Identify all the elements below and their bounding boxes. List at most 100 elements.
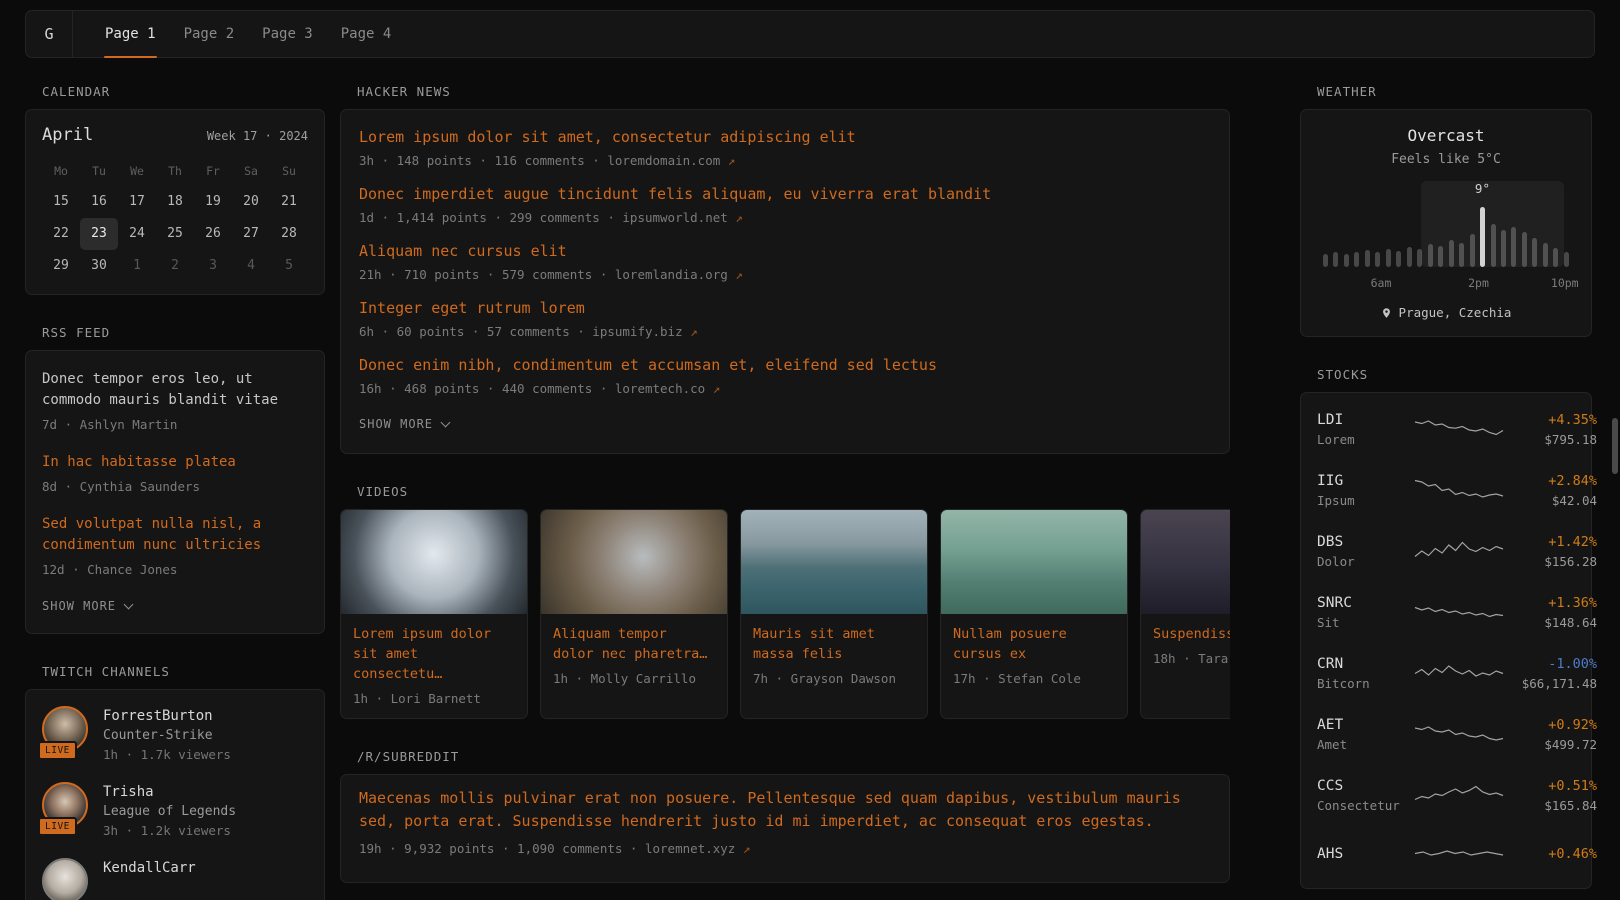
hn-story-meta-domain[interactable]: loremtech.co: [615, 381, 705, 396]
video-card[interactable]: Aliquam tempor dolor nec pharetra… 1h · M…: [540, 509, 728, 719]
video-title[interactable]: Mauris sit amet massa felis: [753, 624, 915, 664]
external-link-icon: ↗: [735, 210, 743, 225]
subreddit-post-title[interactable]: Maecenas mollis pulvinar erat non posuer…: [359, 787, 1211, 833]
stock-id: LDILorem: [1317, 412, 1413, 447]
calendar-day[interactable]: 24: [118, 218, 156, 250]
calendar-day[interactable]: 1: [118, 250, 156, 282]
video-meta: 18h · Tara: [1153, 651, 1230, 666]
hn-show-more-button[interactable]: SHOW MORE: [359, 405, 449, 443]
stock-id: CCSConsectetur: [1317, 778, 1413, 813]
tab-page-4[interactable]: Page 4: [327, 11, 406, 57]
calendar-day[interactable]: 4: [232, 250, 270, 282]
hn-story-meta: 16h · 468 points · 440 comments · loremt…: [359, 381, 1211, 396]
stock-symbol: AET: [1317, 717, 1413, 733]
stock-id: AHS: [1317, 846, 1413, 862]
tab-page-3[interactable]: Page 3: [248, 11, 327, 57]
external-link-icon: ↗: [713, 381, 721, 396]
video-card[interactable]: Mauris sit amet massa felis7h · Grayson …: [740, 509, 928, 719]
hn-story-meta-domain[interactable]: loremlandia.org: [615, 267, 728, 282]
stock-change: +0.51%: [1505, 778, 1597, 794]
calendar-day[interactable]: 16: [80, 186, 118, 218]
hn-story-meta-domain[interactable]: loremdomain.com: [607, 153, 720, 168]
calendar-day[interactable]: 17: [118, 186, 156, 218]
rss-item-title[interactable]: In hac habitasse platea: [42, 452, 308, 473]
calendar-day[interactable]: 25: [156, 218, 194, 250]
calendar-day[interactable]: 30: [80, 250, 118, 282]
rss-show-more-button[interactable]: SHOW MORE: [42, 587, 132, 625]
calendar-day[interactable]: 29: [42, 250, 80, 282]
calendar-day[interactable]: 5: [270, 250, 308, 282]
live-badge: LIVE: [38, 817, 77, 836]
video-title[interactable]: Lorem ipsum dolor sit amet consectetu…: [353, 624, 515, 684]
twitch-channel-name[interactable]: KendallCarr: [103, 858, 196, 876]
hn-story-title[interactable]: Donec enim nibh, condimentum et accumsan…: [359, 356, 1211, 374]
twitch-avatar-wrap: LIVE: [42, 706, 88, 752]
tab-page-2[interactable]: Page 2: [170, 11, 249, 57]
video-card-body: Lorem ipsum dolor sit amet consectetu…1h…: [341, 614, 527, 718]
video-card[interactable]: Suspendisse diam 18h · Tara: [1140, 509, 1230, 719]
calendar-day[interactable]: 19: [194, 186, 232, 218]
twitch-channel-name[interactable]: ForrestBurton: [103, 706, 231, 724]
stock-sparkline: [1413, 839, 1505, 869]
hn-story-title[interactable]: Donec imperdiet augue tincidunt felis al…: [359, 185, 1211, 203]
twitch-channel-row[interactable]: LIVEForrestBurtonCounter-Strike1h · 1.7k…: [42, 706, 308, 762]
calendar-day[interactable]: 26: [194, 218, 232, 250]
stock-row[interactable]: CCSConsectetur+0.51%$165.84: [1317, 765, 1575, 826]
twitch-widget: TWITCH CHANNELS LIVEForrestBurtonCounter…: [25, 664, 325, 900]
calendar-day-selected[interactable]: 23: [80, 218, 118, 250]
external-link-icon: ↗: [735, 267, 743, 282]
hn-story-title[interactable]: Lorem ipsum dolor sit amet, consectetur …: [359, 128, 1211, 146]
twitch-channel-row[interactable]: KendallCarr: [42, 858, 308, 900]
calendar-day[interactable]: 15: [42, 186, 80, 218]
weather-feels-like: Feels like 5°C: [1317, 152, 1575, 167]
subreddit-post-domain[interactable]: loremnet.xyz: [645, 841, 735, 856]
stock-price: $156.28: [1505, 554, 1597, 569]
calendar-day[interactable]: 2: [156, 250, 194, 282]
stock-row[interactable]: SNRCSit+1.36%$148.64: [1317, 582, 1575, 643]
subreddit-card: Maecenas mollis pulvinar erat non posuer…: [340, 774, 1230, 883]
external-link-icon: ↗: [728, 153, 736, 168]
video-title[interactable]: Aliquam tempor dolor nec pharetra…: [553, 624, 715, 664]
stock-row[interactable]: AHS+0.46%: [1317, 826, 1575, 882]
calendar-day[interactable]: 18: [156, 186, 194, 218]
weather-location-label: Prague, Czechia: [1399, 305, 1512, 320]
calendar-day[interactable]: 27: [232, 218, 270, 250]
hn-story-title[interactable]: Aliquam nec cursus elit: [359, 242, 1211, 260]
stock-price: $42.04: [1505, 493, 1597, 508]
stock-values: +2.84%$42.04: [1505, 473, 1597, 508]
hn-story-meta-domain[interactable]: ipsumify.biz: [592, 324, 682, 339]
stock-row[interactable]: DBSDolor+1.42%$156.28: [1317, 521, 1575, 582]
stock-row[interactable]: AETAmet+0.92%$499.72: [1317, 704, 1575, 765]
tab-page-1[interactable]: Page 1: [91, 11, 170, 57]
stock-name: Lorem: [1317, 432, 1413, 447]
stock-row[interactable]: CRNBitcorn-1.00%$66,171.48: [1317, 643, 1575, 704]
rss-item-title[interactable]: Donec tempor eros leo, ut commodo mauris…: [42, 369, 308, 411]
twitch-channel-name[interactable]: Trisha: [103, 782, 236, 800]
video-title[interactable]: Nullam posuere cursus ex: [953, 624, 1115, 664]
calendar-day[interactable]: 22: [42, 218, 80, 250]
hn-story-meta-domain[interactable]: ipsumworld.net: [622, 210, 727, 225]
twitch-channel-row[interactable]: LIVETrishaLeague of Legends3h · 1.2k vie…: [42, 782, 308, 838]
stock-symbol: SNRC: [1317, 595, 1413, 611]
video-title[interactable]: Suspendisse diam: [1153, 624, 1230, 644]
video-card[interactable]: Nullam posuere cursus ex17h · Stefan Col…: [940, 509, 1128, 719]
calendar-day[interactable]: 28: [270, 218, 308, 250]
calendar-day[interactable]: 20: [232, 186, 270, 218]
video-card[interactable]: Lorem ipsum dolor sit amet consectetu…1h…: [340, 509, 528, 719]
rss-item-title[interactable]: Sed volutpat nulla nisl, a condimentum n…: [42, 514, 308, 556]
scrollbar-thumb[interactable]: [1612, 418, 1618, 474]
weekday-label: Th: [156, 160, 194, 186]
video-meta: 1h · Molly Carrillo: [553, 671, 715, 686]
external-link-icon: ↗: [743, 841, 751, 856]
calendar-day[interactable]: 21: [270, 186, 308, 218]
hn-story-title[interactable]: Integer eget rutrum lorem: [359, 299, 1211, 317]
stock-row[interactable]: IIGIpsum+2.84%$42.04: [1317, 460, 1575, 521]
calendar-day[interactable]: 3: [194, 250, 232, 282]
app-logo[interactable]: G: [26, 11, 73, 57]
calendar-week: Week 17: [207, 129, 258, 143]
stock-symbol: AHS: [1317, 846, 1413, 862]
stock-row[interactable]: LDILorem+4.35%$795.18: [1317, 399, 1575, 460]
video-thumbnail: [941, 510, 1127, 614]
rss-item-meta-info: 7d · Ashlyn Martin: [42, 417, 177, 432]
twitch-section-title: TWITCH CHANNELS: [42, 664, 325, 679]
